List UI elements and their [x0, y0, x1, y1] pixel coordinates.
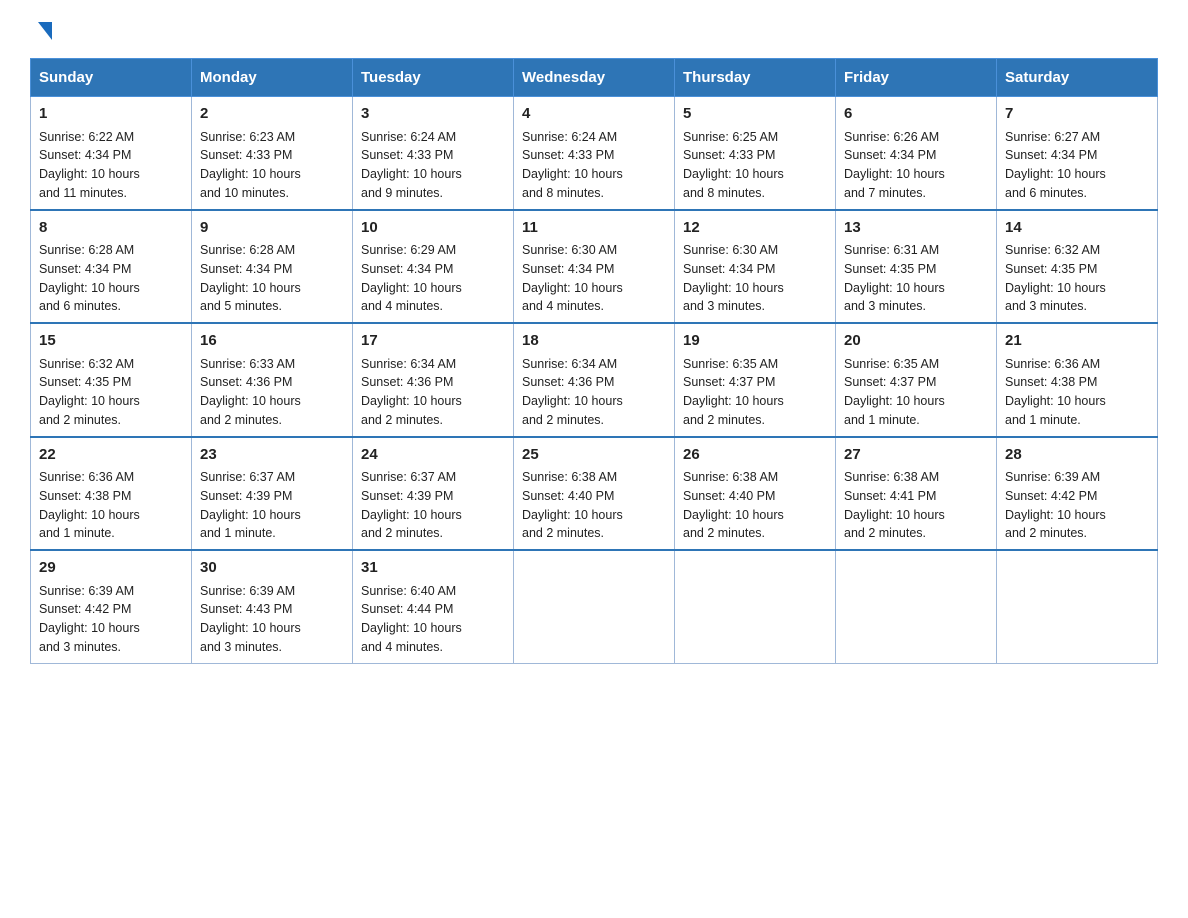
- calendar-cell: 19Sunrise: 6:35 AMSunset: 4:37 PMDayligh…: [675, 323, 836, 437]
- day-number: 3: [361, 103, 505, 126]
- calendar-cell: 4Sunrise: 6:24 AMSunset: 4:33 PMDaylight…: [514, 97, 675, 210]
- day-number: 19: [683, 330, 827, 353]
- day-number: 4: [522, 103, 666, 126]
- calendar-week-5: 29Sunrise: 6:39 AMSunset: 4:42 PMDayligh…: [31, 550, 1158, 663]
- day-number: 9: [200, 217, 344, 240]
- day-number: 18: [522, 330, 666, 353]
- calendar-cell: 10Sunrise: 6:29 AMSunset: 4:34 PMDayligh…: [353, 210, 514, 324]
- day-header-tuesday: Tuesday: [353, 59, 514, 97]
- day-number: 13: [844, 217, 988, 240]
- logo: [30, 20, 56, 42]
- calendar-cell: [997, 550, 1158, 663]
- day-number: 17: [361, 330, 505, 353]
- calendar-cell: 29Sunrise: 6:39 AMSunset: 4:42 PMDayligh…: [31, 550, 192, 663]
- day-number: 12: [683, 217, 827, 240]
- day-header-thursday: Thursday: [675, 59, 836, 97]
- day-number: 27: [844, 444, 988, 467]
- calendar-week-2: 8Sunrise: 6:28 AMSunset: 4:34 PMDaylight…: [31, 210, 1158, 324]
- day-number: 16: [200, 330, 344, 353]
- calendar-cell: 28Sunrise: 6:39 AMSunset: 4:42 PMDayligh…: [997, 437, 1158, 551]
- day-number: 24: [361, 444, 505, 467]
- day-number: 29: [39, 557, 183, 580]
- page-header: [30, 20, 1158, 42]
- day-number: 22: [39, 444, 183, 467]
- calendar-cell: 24Sunrise: 6:37 AMSunset: 4:39 PMDayligh…: [353, 437, 514, 551]
- calendar-cell: [514, 550, 675, 663]
- calendar-cell: 21Sunrise: 6:36 AMSunset: 4:38 PMDayligh…: [997, 323, 1158, 437]
- calendar-header: SundayMondayTuesdayWednesdayThursdayFrid…: [31, 59, 1158, 97]
- calendar-cell: 7Sunrise: 6:27 AMSunset: 4:34 PMDaylight…: [997, 97, 1158, 210]
- day-number: 8: [39, 217, 183, 240]
- day-number: 30: [200, 557, 344, 580]
- calendar-cell: 31Sunrise: 6:40 AMSunset: 4:44 PMDayligh…: [353, 550, 514, 663]
- calendar-cell: 11Sunrise: 6:30 AMSunset: 4:34 PMDayligh…: [514, 210, 675, 324]
- logo-icon: [30, 20, 56, 42]
- day-header-friday: Friday: [836, 59, 997, 97]
- calendar-body: 1Sunrise: 6:22 AMSunset: 4:34 PMDaylight…: [31, 97, 1158, 664]
- calendar-cell: 1Sunrise: 6:22 AMSunset: 4:34 PMDaylight…: [31, 97, 192, 210]
- calendar-cell: 6Sunrise: 6:26 AMSunset: 4:34 PMDaylight…: [836, 97, 997, 210]
- day-number: 23: [200, 444, 344, 467]
- day-number: 28: [1005, 444, 1149, 467]
- day-number: 5: [683, 103, 827, 126]
- days-of-week-row: SundayMondayTuesdayWednesdayThursdayFrid…: [31, 59, 1158, 97]
- calendar-cell: [675, 550, 836, 663]
- calendar-cell: 26Sunrise: 6:38 AMSunset: 4:40 PMDayligh…: [675, 437, 836, 551]
- calendar-cell: 23Sunrise: 6:37 AMSunset: 4:39 PMDayligh…: [192, 437, 353, 551]
- calendar-cell: [836, 550, 997, 663]
- day-number: 2: [200, 103, 344, 126]
- day-number: 15: [39, 330, 183, 353]
- day-header-monday: Monday: [192, 59, 353, 97]
- logo-triangle-icon: [34, 20, 56, 42]
- calendar-cell: 13Sunrise: 6:31 AMSunset: 4:35 PMDayligh…: [836, 210, 997, 324]
- calendar-cell: 30Sunrise: 6:39 AMSunset: 4:43 PMDayligh…: [192, 550, 353, 663]
- calendar-cell: 14Sunrise: 6:32 AMSunset: 4:35 PMDayligh…: [997, 210, 1158, 324]
- day-number: 31: [361, 557, 505, 580]
- day-number: 7: [1005, 103, 1149, 126]
- day-number: 10: [361, 217, 505, 240]
- calendar-cell: 27Sunrise: 6:38 AMSunset: 4:41 PMDayligh…: [836, 437, 997, 551]
- day-number: 25: [522, 444, 666, 467]
- calendar-cell: 9Sunrise: 6:28 AMSunset: 4:34 PMDaylight…: [192, 210, 353, 324]
- calendar-cell: 2Sunrise: 6:23 AMSunset: 4:33 PMDaylight…: [192, 97, 353, 210]
- day-number: 26: [683, 444, 827, 467]
- day-number: 1: [39, 103, 183, 126]
- calendar-week-1: 1Sunrise: 6:22 AMSunset: 4:34 PMDaylight…: [31, 97, 1158, 210]
- calendar-week-4: 22Sunrise: 6:36 AMSunset: 4:38 PMDayligh…: [31, 437, 1158, 551]
- calendar-cell: 25Sunrise: 6:38 AMSunset: 4:40 PMDayligh…: [514, 437, 675, 551]
- day-number: 20: [844, 330, 988, 353]
- day-number: 6: [844, 103, 988, 126]
- day-header-wednesday: Wednesday: [514, 59, 675, 97]
- calendar-cell: 8Sunrise: 6:28 AMSunset: 4:34 PMDaylight…: [31, 210, 192, 324]
- calendar-cell: 20Sunrise: 6:35 AMSunset: 4:37 PMDayligh…: [836, 323, 997, 437]
- calendar-cell: 17Sunrise: 6:34 AMSunset: 4:36 PMDayligh…: [353, 323, 514, 437]
- calendar-cell: 3Sunrise: 6:24 AMSunset: 4:33 PMDaylight…: [353, 97, 514, 210]
- calendar-cell: 15Sunrise: 6:32 AMSunset: 4:35 PMDayligh…: [31, 323, 192, 437]
- day-header-sunday: Sunday: [31, 59, 192, 97]
- calendar-cell: 5Sunrise: 6:25 AMSunset: 4:33 PMDaylight…: [675, 97, 836, 210]
- calendar-week-3: 15Sunrise: 6:32 AMSunset: 4:35 PMDayligh…: [31, 323, 1158, 437]
- calendar-cell: 16Sunrise: 6:33 AMSunset: 4:36 PMDayligh…: [192, 323, 353, 437]
- day-number: 11: [522, 217, 666, 240]
- day-number: 21: [1005, 330, 1149, 353]
- day-number: 14: [1005, 217, 1149, 240]
- calendar-cell: 22Sunrise: 6:36 AMSunset: 4:38 PMDayligh…: [31, 437, 192, 551]
- calendar-cell: 18Sunrise: 6:34 AMSunset: 4:36 PMDayligh…: [514, 323, 675, 437]
- day-header-saturday: Saturday: [997, 59, 1158, 97]
- calendar-table: SundayMondayTuesdayWednesdayThursdayFrid…: [30, 58, 1158, 664]
- calendar-cell: 12Sunrise: 6:30 AMSunset: 4:34 PMDayligh…: [675, 210, 836, 324]
